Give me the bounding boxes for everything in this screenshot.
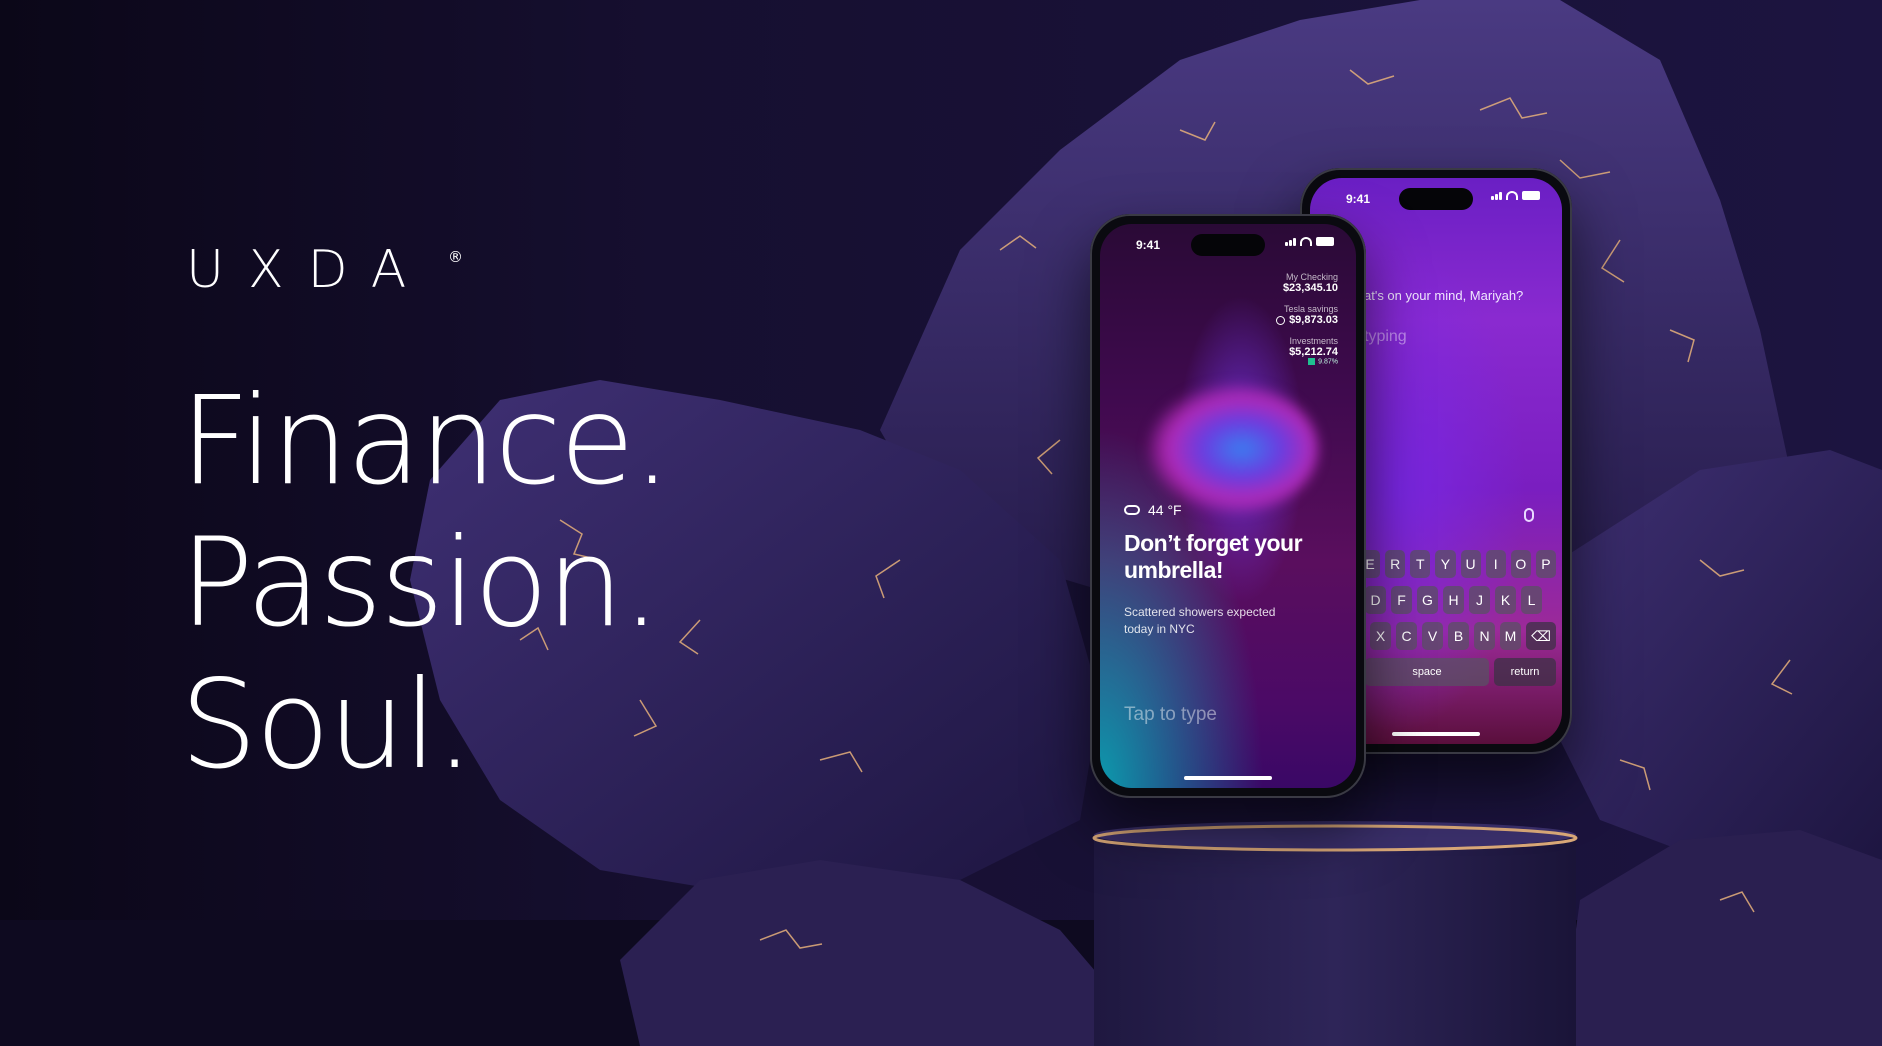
account-balance: $23,345.10 (1282, 282, 1338, 294)
pedestal (1092, 821, 1578, 1046)
key[interactable]: J (1469, 586, 1490, 614)
battery-icon (1316, 237, 1334, 246)
key[interactable]: B (1448, 622, 1469, 650)
key[interactable]: V (1422, 622, 1443, 650)
key[interactable]: T (1410, 550, 1431, 578)
status-icons (1285, 237, 1334, 246)
registered-mark: ® (448, 248, 463, 266)
status-time: 9:41 (1346, 192, 1371, 206)
key[interactable]: K (1495, 586, 1516, 614)
key[interactable]: G (1417, 586, 1438, 614)
status-icons (1491, 191, 1540, 200)
account-change: 9.87% (1276, 358, 1338, 365)
key[interactable]: R (1385, 550, 1406, 578)
keyboard-row: E R T Y U I O P (1360, 550, 1556, 578)
scene: UXDA ® Finance. Passion. Soul. 9:41 at's… (0, 0, 1882, 1046)
key[interactable]: N (1474, 622, 1495, 650)
signal-icon (1491, 192, 1502, 200)
headline-line: Finance. (180, 370, 672, 512)
account-label: Investments (1289, 336, 1338, 346)
key[interactable]: H (1443, 586, 1464, 614)
wifi-icon (1506, 191, 1518, 200)
temperature: 44 °F (1148, 502, 1182, 518)
return-key[interactable]: return (1494, 658, 1556, 686)
headline-line: Passion. (180, 512, 661, 654)
key[interactable]: O (1510, 550, 1531, 578)
dynamic-island (1191, 234, 1265, 256)
account-item[interactable]: My Checking $23,345.10 (1276, 272, 1338, 294)
key[interactable]: C (1396, 622, 1417, 650)
weather: 44 °F (1124, 502, 1182, 518)
reminder-title: Don’t forget your umbrella! (1124, 530, 1303, 583)
account-change-value: 9.87% (1318, 358, 1338, 366)
tap-to-type-input[interactable]: Tap to type (1124, 704, 1217, 726)
ai-orb (1148, 384, 1318, 514)
home-indicator (1392, 732, 1480, 736)
account-balance: $9,873.03 (1289, 314, 1338, 326)
phone-front: 9:41 My Checking $23,345.10 Tesla saving… (1090, 214, 1366, 798)
battery-icon (1522, 191, 1540, 200)
key[interactable]: L (1521, 586, 1542, 614)
account-item[interactable]: Tesla savings $9,873.03 (1276, 304, 1338, 326)
account-balance: $5,212.74 (1289, 346, 1338, 358)
headline-line: Soul. (180, 654, 474, 796)
home-indicator (1184, 776, 1272, 780)
dynamic-island (1399, 188, 1473, 210)
key[interactable]: D (1365, 586, 1386, 614)
account-label: My Checking (1285, 272, 1338, 282)
headline: Finance. Passion. Soul. (180, 370, 672, 796)
key[interactable]: M (1500, 622, 1521, 650)
keyboard-row: D F G H J K L (1360, 586, 1556, 614)
key[interactable]: F (1391, 586, 1412, 614)
cloud-icon (1124, 505, 1140, 515)
signal-icon (1285, 238, 1296, 246)
brand-logo: UXDA (186, 240, 431, 300)
account-label: Tesla savings (1283, 304, 1338, 314)
account-item[interactable]: Investments $5,212.74 9.87% (1276, 336, 1338, 365)
trend-up-icon (1308, 358, 1316, 365)
backspace-icon[interactable]: ⌫ (1526, 622, 1556, 650)
account-list: My Checking $23,345.10 Tesla savings $9,… (1276, 272, 1338, 375)
mic-icon[interactable] (1524, 508, 1534, 522)
reminder-subtitle: Scattered showers expected today in NYC (1124, 605, 1276, 636)
phone-front-screen: 9:41 My Checking $23,345.10 Tesla saving… (1100, 224, 1356, 788)
key[interactable]: P (1535, 550, 1556, 578)
keyboard-row: space return (1360, 658, 1556, 686)
key[interactable]: I (1485, 550, 1506, 578)
account-balance-row: $9,873.03 (1276, 314, 1338, 326)
keyboard-row: X C V B N M ⌫ (1360, 622, 1556, 650)
space-key[interactable]: space (1365, 658, 1489, 686)
assistant-prompt: at's on your mind, Mariyah? (1364, 288, 1524, 303)
key[interactable]: X (1370, 622, 1391, 650)
key[interactable]: Y (1435, 550, 1456, 578)
keyboard: E R T Y U I O P D F G H J K L X C V B N … (1360, 550, 1556, 694)
typing-input[interactable]: typing (1364, 328, 1407, 346)
progress-ring-icon (1276, 315, 1286, 325)
wifi-icon (1300, 237, 1312, 246)
status-time: 9:41 (1136, 238, 1161, 252)
key[interactable]: U (1460, 550, 1481, 578)
